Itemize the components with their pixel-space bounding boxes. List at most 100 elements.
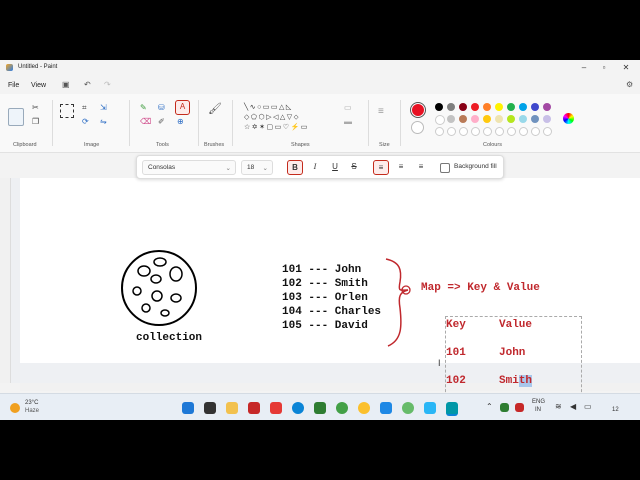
battery-icon[interactable]: ▭ [584,402,592,411]
strikethrough-button[interactable]: S [347,160,361,173]
colour-swatch[interactable] [495,103,503,111]
app-icon[interactable] [270,402,282,414]
tray-app-icon[interactable] [515,403,524,412]
crop-icon[interactable]: ⌗ [82,102,87,113]
shapes-row-1-icon[interactable]: ╲∿○▭▭△◺ [244,103,293,112]
colour-swatch[interactable] [483,115,491,123]
colour-swatch[interactable] [531,115,539,123]
paint-taskbar-icon[interactable] [446,402,458,416]
start-icon[interactable] [182,402,194,414]
outline-icon[interactable]: ▭ [344,102,352,113]
colour-swatch[interactable] [495,115,503,123]
shapes-row-3-icon[interactable]: ☆✡✶▢▭♡⚡▭ [244,123,309,132]
background-fill-checkbox[interactable] [440,163,450,173]
redo-icon[interactable]: ↷ [104,80,111,89]
colour-swatch[interactable] [471,103,479,111]
colour-swatch[interactable] [435,103,443,111]
empty-swatch[interactable] [519,127,528,136]
language-bottom[interactable]: IN [535,407,541,413]
colour-swatch[interactable] [459,115,467,123]
colour-swatch[interactable] [435,115,445,125]
tray-app-icon[interactable] [500,403,509,412]
select-icon[interactable] [60,104,74,118]
align-center-icon[interactable]: ≡ [394,160,408,173]
empty-swatch[interactable] [531,127,540,136]
edit-colours-icon[interactable] [563,113,574,124]
fill-icon[interactable]: ⛁ [158,102,165,113]
paste-icon[interactable] [8,108,24,126]
mcafee-icon[interactable] [248,402,260,414]
align-left-icon[interactable]: ≡ [373,160,389,175]
group-label-brushes: Brushes [204,142,225,148]
menu-view[interactable]: View [31,82,46,89]
colour-swatch[interactable] [519,115,527,123]
font-family-select[interactable]: Consolas ⌄ [142,160,236,175]
font-size-select[interactable]: 18 ⌄ [241,160,273,175]
text-format-toolbar: Consolas ⌄ 18 ⌄ B I U S ≡ ≡ ≡ Background… [136,155,504,179]
settings-icon[interactable]: ⚙ [626,80,633,89]
colour-swatch[interactable] [447,115,455,123]
save-icon[interactable]: ▣ [62,80,70,89]
maximize-button[interactable]: ▫ [594,62,614,74]
group-label-colours: Colours [483,142,502,148]
colour-swatch[interactable] [447,103,455,111]
flip-icon[interactable]: ⇋ [100,116,107,127]
empty-swatch[interactable] [459,127,468,136]
tray-overflow-icon[interactable]: ⌃ [486,402,493,411]
group-label-clipboard: Clipboard [13,142,37,148]
colour-swatch[interactable] [543,103,551,111]
copy-icon[interactable]: ❐ [32,116,39,127]
size-icon[interactable]: ≡ [378,106,384,117]
fill-shape-icon[interactable]: ▬ [344,116,352,127]
underline-button[interactable]: U [328,160,342,173]
brush-icon[interactable]: 🖌 [208,104,222,115]
current-colour-1[interactable] [410,102,426,118]
empty-swatch[interactable] [543,127,552,136]
speaker-icon[interactable]: ◀ [570,402,576,411]
empty-swatch[interactable] [471,127,480,136]
colour-swatch[interactable] [543,115,551,123]
eraser-icon[interactable]: ⌫ [140,116,151,127]
empty-swatch[interactable] [435,127,444,136]
cut-icon[interactable]: ✂ [32,102,39,113]
file-explorer-icon[interactable] [226,402,238,414]
text-tool-icon[interactable]: A [175,100,190,115]
magnifier-icon[interactable]: ⊕ [177,116,184,127]
empty-swatch[interactable] [507,127,516,136]
divider [198,100,199,146]
colour-swatch[interactable] [519,103,527,111]
taskview-icon[interactable] [204,402,216,414]
colour-swatch[interactable] [507,115,515,123]
colour-swatch[interactable] [459,103,467,111]
zoom-icon[interactable] [380,402,392,414]
close-button[interactable]: ✕ [616,62,636,74]
current-colour-2[interactable] [411,121,424,134]
empty-swatch[interactable] [483,127,492,136]
color-picker-icon[interactable]: ✐ [158,116,165,127]
language-top[interactable]: ENG [532,399,545,405]
pencil-icon[interactable]: ✎ [140,102,147,113]
empty-swatch[interactable] [495,127,504,136]
italic-button[interactable]: I [308,160,322,173]
app-icon[interactable] [314,402,326,414]
colour-swatch[interactable] [471,115,479,123]
colour-swatch[interactable] [531,103,539,111]
colour-swatch[interactable] [483,103,491,111]
empty-swatch[interactable] [447,127,456,136]
rotate-icon[interactable]: ⟳ [82,116,89,127]
chrome-icon[interactable] [358,402,370,414]
colour-swatch[interactable] [507,103,515,111]
menu-file[interactable]: File [8,82,19,89]
edge-icon[interactable] [292,402,304,414]
align-right-icon[interactable]: ≡ [414,160,428,173]
resize-icon[interactable]: ⇲ [100,102,107,113]
wifi-icon[interactable]: ≋ [555,402,562,411]
minimize-button[interactable]: – [574,62,594,74]
notepad-icon[interactable] [424,402,436,414]
bold-button[interactable]: B [287,160,303,175]
shapes-row-2-icon[interactable]: ◇⬠⬡▷◁△▽⬦ [244,113,300,122]
app-icon[interactable] [336,402,348,414]
weather-icon[interactable] [10,403,20,413]
app-icon[interactable] [402,402,414,414]
undo-icon[interactable]: ↶ [84,80,91,89]
